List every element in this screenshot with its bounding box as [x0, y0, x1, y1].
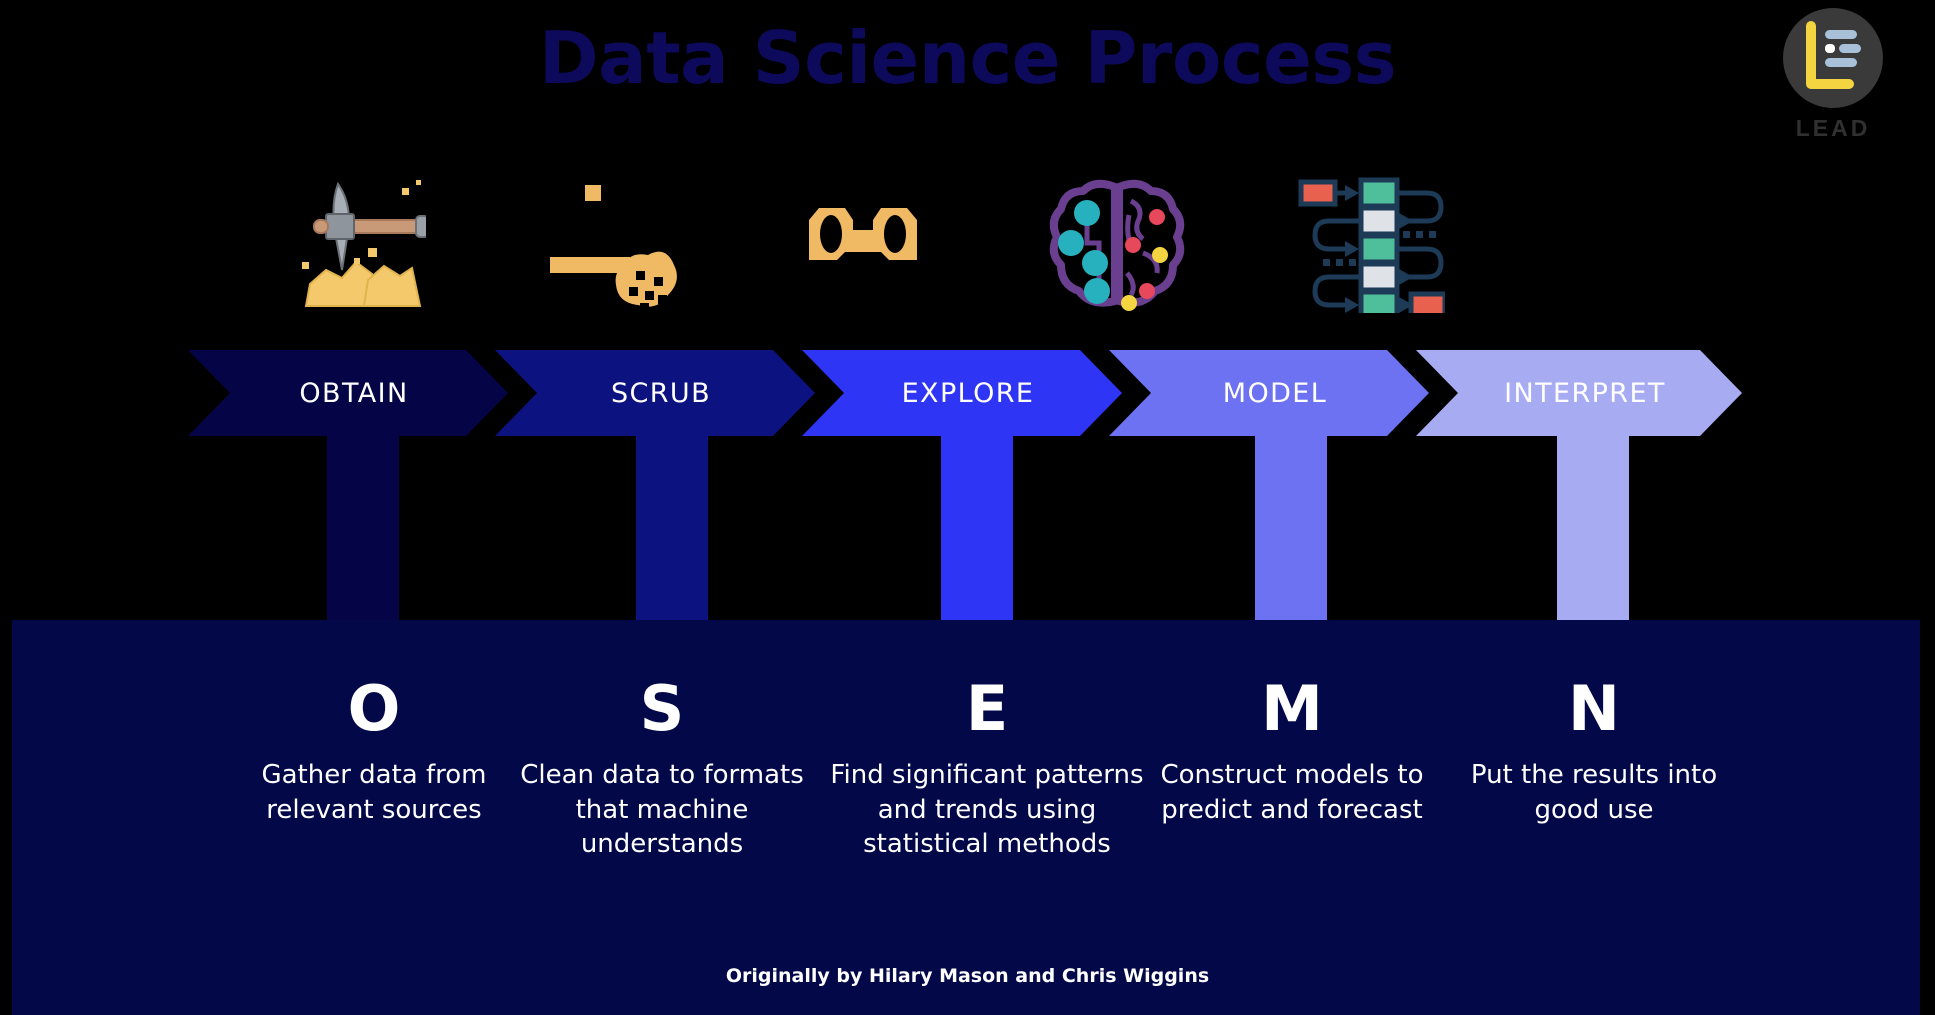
chevron-label-interpret: INTERPRET — [1504, 377, 1666, 409]
step-letter-s: S — [639, 672, 685, 745]
page-title: Data Science Process — [538, 16, 1397, 100]
workflow-diagram-icon — [1298, 177, 1445, 313]
step-icon-model — [1037, 178, 1197, 311]
chevron-scrub[interactable]: SCRUB — [495, 350, 815, 436]
brain-network-icon — [1049, 179, 1185, 311]
step-letter-n: N — [1568, 672, 1620, 745]
binoculars-icon — [809, 208, 917, 260]
description-panel: O Gather data from relevant sources S Cl… — [12, 620, 1920, 1015]
step-description-interpret: Put the results into good use — [1470, 760, 1718, 825]
pickaxe-mining-icon — [302, 180, 426, 307]
stem-explore — [941, 436, 1013, 620]
chevron-label-explore: EXPLORE — [901, 377, 1035, 409]
step-icon-obtain — [271, 178, 431, 308]
step-description-explore: Find significant patterns and trends usi… — [830, 760, 1144, 860]
step-column-explore: E Find significant patterns and trends u… — [827, 678, 1147, 862]
logo-label: LEAD — [1795, 115, 1871, 141]
chevron-label-scrub: SCRUB — [610, 377, 712, 409]
stem-scrub — [636, 436, 708, 620]
chevron-explore[interactable]: EXPLORE — [802, 350, 1122, 436]
stem-obtain — [327, 436, 399, 620]
step-column-obtain: O Gather data from relevant sources — [224, 678, 524, 827]
step-icon-interpret — [1290, 177, 1450, 313]
step-description-obtain: Gather data from relevant sources — [261, 760, 487, 825]
scrub-sponge-icon — [550, 185, 677, 312]
step-column-interpret: N Put the results into good use — [1444, 678, 1744, 827]
step-letter-o: O — [347, 672, 401, 745]
stem-interpret — [1557, 436, 1629, 620]
step-description-model: Construct models to predict and forecast — [1160, 760, 1424, 825]
chevron-obtain[interactable]: OBTAIN — [188, 350, 508, 436]
infographic-canvas: Data Science Process LEAD OBTAIN SCRUB E… — [0, 0, 1935, 1015]
step-column-model: M Construct models to predict and foreca… — [1142, 678, 1442, 827]
chevron-model[interactable]: MODEL — [1109, 350, 1429, 436]
lead-logo: LEAD — [1773, 8, 1893, 142]
lead-document-logo-icon — [1806, 21, 1861, 89]
attribution-credit: Originally by Hilary Mason and Chris Wig… — [725, 965, 1210, 987]
chevron-interpret[interactable]: INTERPRET — [1416, 350, 1742, 436]
step-icon-explore — [783, 178, 943, 308]
chevron-label-model: MODEL — [1222, 377, 1328, 409]
step-letter-e: E — [965, 672, 1009, 745]
process-chevron-banner: OBTAIN SCRUB EXPLORE MODEL INTERPRET — [0, 350, 1935, 436]
step-letter-m: M — [1261, 672, 1323, 745]
logo-circle — [1783, 8, 1883, 108]
step-icon-scrub — [525, 178, 685, 312]
stem-model — [1255, 436, 1327, 620]
chevron-label-obtain: OBTAIN — [299, 377, 409, 409]
step-description-scrub: Clean data to formats that machine under… — [520, 760, 804, 860]
step-column-scrub: S Clean data to formats that machine und… — [512, 678, 812, 862]
